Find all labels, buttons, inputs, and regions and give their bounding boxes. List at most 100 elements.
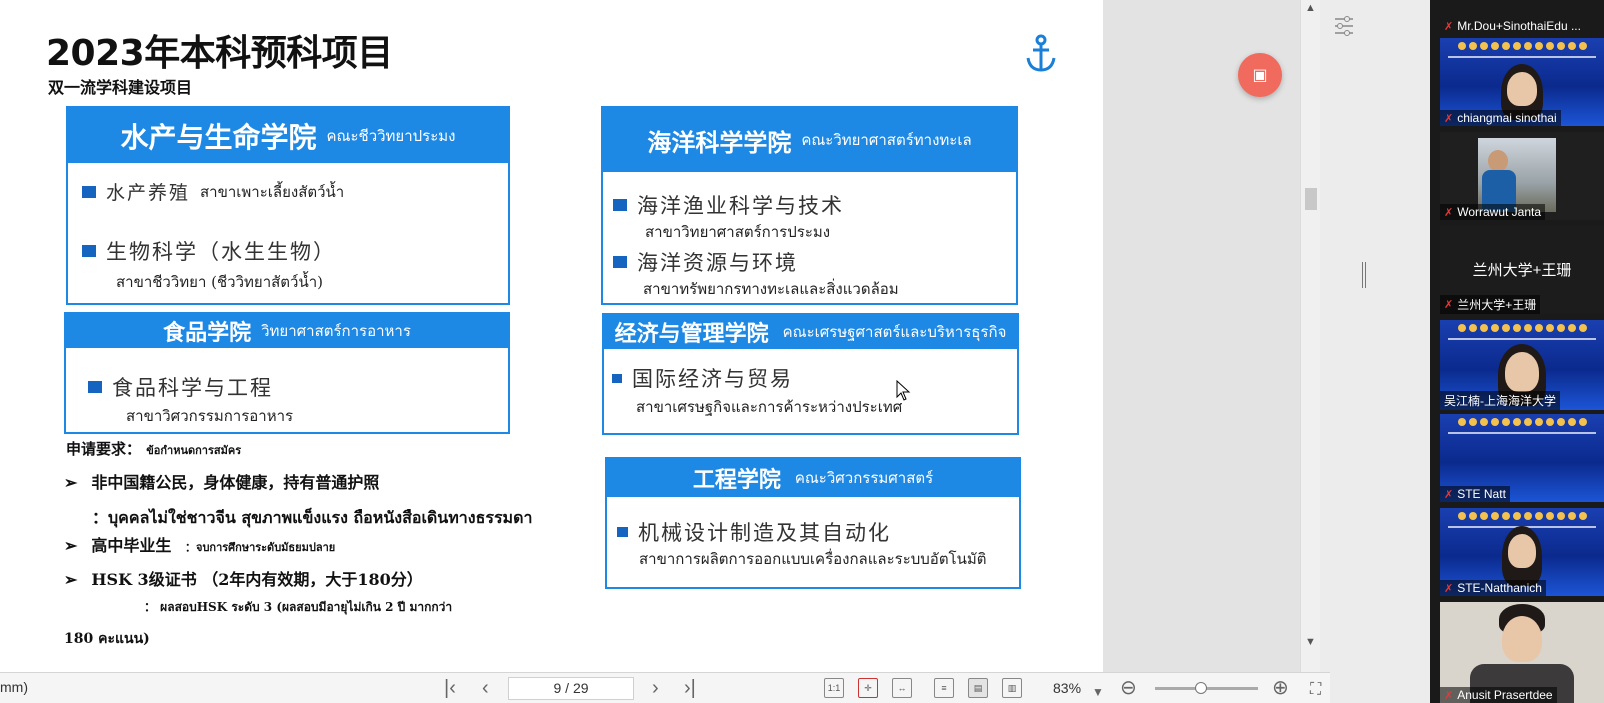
item-th: สาขาเศรษฐกิจและการค้าระหว่างประเทศ xyxy=(636,398,903,416)
zoom-in-icon[interactable]: ⊕ xyxy=(1272,677,1289,699)
fit-page-icon[interactable]: ✛ xyxy=(858,678,878,698)
faculty-ocean-th: คณะวิทยาศาสตร์ทางทะเล xyxy=(801,131,972,149)
list-item: 生物科学（水生生物） สาขาชีววิทยา (ชีววิทยาสัตว์น้… xyxy=(82,236,336,294)
screenshot-tool-button[interactable]: ▣ xyxy=(1238,53,1282,97)
faculty-food-box: 食品学院 วิทยาศาสตร์การอาหาร 食品科学与工程 สาขาวิศ… xyxy=(64,312,510,434)
requirement-2: ➢ 高中毕业生 ：จบการศึกษาระดับมัธยมปลาย xyxy=(64,532,335,556)
scroll-up-icon[interactable]: ▲ xyxy=(1305,2,1316,14)
item-th: สาขาเพาะเลี้ยงสัตว์น้ำ xyxy=(200,182,345,201)
participant-tile-active-speaker[interactable]: 吴江楠-上海海洋大学 xyxy=(1440,320,1604,410)
requirements-heading-th: ข้อกำหนดการสมัคร xyxy=(146,444,242,457)
scroll-down-icon[interactable]: ▼ xyxy=(1305,636,1316,648)
faculty-ocean-box: 海洋科学学院 คณะวิทยาศาสตร์ทางทะเล 海洋渔业科学与技术 ส… xyxy=(601,106,1018,305)
item-th: สาขาชีววิทยา (ชีววิทยาสัตว์น้ำ) xyxy=(116,273,323,291)
actual-size-icon[interactable]: 1:1 xyxy=(824,678,844,698)
participant-name: Worrawut Janta xyxy=(1457,205,1542,219)
last-page-icon[interactable]: ›| xyxy=(684,677,696,699)
requirement-2-zh: 高中毕业生 xyxy=(91,536,172,555)
item-th: สาขาวิทยาศาสตร์การประมง xyxy=(645,223,831,241)
muted-mic-icon: ✗ xyxy=(1444,299,1454,311)
requirement-1: ➢ 非中国籍公民，身体健康，持有普通护照 xyxy=(64,469,379,493)
fullscreen-icon[interactable]: ⛶ xyxy=(1310,679,1321,701)
sliders-settings-icon[interactable] xyxy=(1333,14,1355,38)
participant-name: Anusit Prasertdee xyxy=(1457,688,1553,702)
participant-tile[interactable]: ✗ Anusit Prasertdee xyxy=(1440,602,1604,703)
participant-name: Mr.Dou+SinothaiEdu ... xyxy=(1457,19,1581,33)
faculty-engineering-th: คณะวิศวกรรมศาสตร์ xyxy=(794,469,934,487)
item-zh: 国际经济与贸易 xyxy=(632,367,793,391)
list-item: 水产养殖 สาขาเพาะเลี้ยงสัตว์น้ำ xyxy=(82,178,344,205)
item-zh: 海洋资源与环境 xyxy=(637,251,798,275)
item-zh: 机械设计制造及其自动化 xyxy=(638,521,891,545)
next-page-icon[interactable]: › xyxy=(652,677,659,699)
arrow-bullet-icon: ➢ xyxy=(64,473,78,492)
participant-name-tag: ✗ chiangmai sinothai xyxy=(1440,110,1561,126)
participant-name: 兰州大学+王珊 xyxy=(1457,298,1537,312)
faculty-ocean-header: 海洋科学学院 คณะวิทยาศาสตร์ทางทะเล xyxy=(603,108,1016,172)
zoom-level[interactable]: 83% xyxy=(1053,680,1081,696)
fit-width-icon[interactable]: ↔ xyxy=(892,678,912,698)
requirement-1-th: ：บุคคลไม่ใช่ชาวจีน สุขภาพแข็งแรง ถือหนัง… xyxy=(92,508,533,527)
prev-page-icon[interactable]: ‹ xyxy=(482,677,489,699)
bullet-icon xyxy=(88,381,102,393)
zoom-dropdown-icon[interactable]: ▼ xyxy=(1092,681,1104,703)
muted-mic-icon: ✗ xyxy=(1444,20,1454,33)
slide-title: 2023年本科预科项目 xyxy=(46,33,393,74)
faculty-aquatic-box: 水产与生命学院 คณะชีววิทยาประมง 水产养殖 สาขาเพาะเล… xyxy=(66,106,510,305)
item-zh: 海洋渔业科学与技术 xyxy=(637,194,844,218)
zoom-slider-knob[interactable] xyxy=(1195,682,1207,694)
requirements-heading: 申请要求： ข้อกำหนดการสมัคร xyxy=(66,438,241,459)
document-viewer[interactable]: 2023年本科预科项目 双一流学科建设项目 水产与生命学院 คณะชีววิทย… xyxy=(0,0,1320,672)
participant-tile[interactable]: ✗ Mr.Dou+SinothaiEdu ... xyxy=(1440,14,1604,34)
single-page-icon[interactable]: ▤ xyxy=(968,678,988,698)
requirement-3-th-a: ： ผลสอบHSK ระดับ 3 (ผลสอบมีอายุไม่เกิน 2… xyxy=(144,600,453,614)
muted-mic-icon: ✗ xyxy=(1444,206,1454,219)
zoom-out-icon[interactable]: ⊖ xyxy=(1120,677,1137,699)
two-page-icon[interactable]: ▥ xyxy=(1002,678,1022,698)
participant-tile[interactable]: ✗ Worrawut Janta xyxy=(1440,132,1604,220)
participant-name-tag: ✗ STE Natt xyxy=(1440,486,1510,502)
participant-tile[interactable]: ✗ STE-Natthanich xyxy=(1440,508,1604,596)
slide-page: 2023年本科预科项目 双一流学科建设项目 水产与生命学院 คณะชีววิทย… xyxy=(0,0,1103,672)
requirement-3: ➢ HSK 3级证书 （2年内有效期，大于180分） xyxy=(64,566,423,590)
participant-name-tag: ✗ Mr.Dou+SinothaiEdu ... xyxy=(1440,18,1585,34)
video-feed xyxy=(1478,138,1556,212)
requirement-2-th: ：จบการศึกษาระดับมัธยมปลาย xyxy=(185,541,336,554)
faculty-economics-zh: 经济与管理学院 xyxy=(614,322,769,347)
item-th: สาขาทรัพยากรทางทะเลและสิ่งแวดล้อม xyxy=(643,280,899,298)
requirement-1-zh: 非中国籍公民，身体健康，持有普通护照 xyxy=(91,473,380,492)
vertical-scrollbar[interactable]: ▲ ▼ xyxy=(1300,0,1320,672)
arrow-bullet-icon: ➢ xyxy=(64,536,78,555)
bullet-icon xyxy=(613,256,627,268)
mouse-cursor-icon xyxy=(896,380,911,401)
item-th: สาขาวิศวกรรมการอาหาร xyxy=(126,407,294,425)
scrollbar-thumb[interactable] xyxy=(1305,188,1317,210)
first-page-icon[interactable]: |‹ xyxy=(444,677,456,699)
faculty-aquatic-header: 水产与生命学院 คณะชีววิทยาประมง xyxy=(68,108,508,163)
faculty-economics-th: คณะเศรษฐศาสตร์และบริหารธุรกิจ xyxy=(782,323,1007,341)
item-zh: 食品科学与工程 xyxy=(112,376,273,400)
viewer-toolbar: mm) |‹ ‹ 9 / 29 › ›| 1:1 ✛ ↔ ≡ ▤ ▥ 83% ▼… xyxy=(0,672,1330,703)
participant-center-label: 兰州大学+王珊 xyxy=(1472,262,1572,279)
participant-tile[interactable]: 兰州大学+王珊 ✗ 兰州大学+王珊 xyxy=(1440,226,1604,314)
zoom-slider[interactable] xyxy=(1155,682,1258,694)
bullet-icon xyxy=(82,245,96,257)
faculty-engineering-header: 工程学院 คณะวิศวกรรมศาสตร์ xyxy=(607,459,1019,497)
participant-tile[interactable]: ✗ chiangmai sinothai xyxy=(1440,38,1604,126)
panel-resize-grip[interactable] xyxy=(1362,262,1366,288)
continuous-icon[interactable]: ≡ xyxy=(934,678,954,698)
faculty-food-th: วิทยาศาสตร์การอาหาร xyxy=(261,322,411,340)
item-zh: 水产养殖 xyxy=(106,182,191,204)
participant-name: chiangmai sinothai xyxy=(1457,111,1557,125)
faculty-aquatic-zh: 水产与生命学院 xyxy=(120,120,317,154)
bullet-icon xyxy=(82,185,96,198)
list-item: 国际经济与贸易 สาขาเศรษฐกิจและการค้าระหว่างประเ… xyxy=(612,363,902,419)
participant-tile[interactable]: ✗ STE Natt xyxy=(1440,414,1604,502)
participant-name-tag: ✗ Worrawut Janta xyxy=(1440,204,1546,220)
participants-panel: ✗ Mr.Dou+SinothaiEdu ... ✗ chiangmai sinot… xyxy=(1430,0,1604,703)
participant-name-tag: ✗ 兰州大学+王珊 xyxy=(1440,295,1541,314)
faculty-engineering-zh: 工程学院 xyxy=(692,468,781,493)
page-number-input[interactable]: 9 / 29 xyxy=(508,677,634,700)
faculty-food-zh: 食品学院 xyxy=(163,321,252,346)
participant-name: STE-Natthanich xyxy=(1457,581,1542,595)
